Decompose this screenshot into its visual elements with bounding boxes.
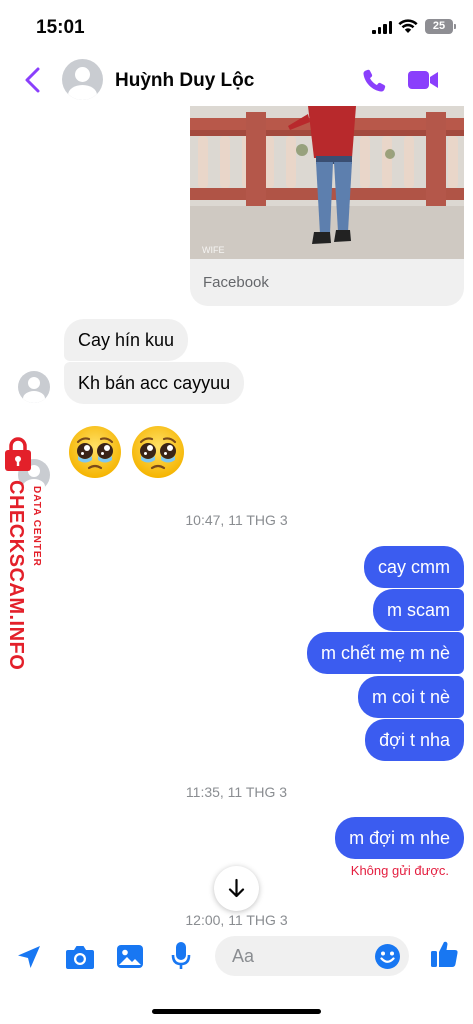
battery-indicator: 25: [425, 19, 456, 34]
message-timestamp: 12:00, 11 THG 3: [185, 912, 288, 928]
shared-post-card[interactable]: WIFE Facebook: [190, 106, 464, 306]
lock-icon: [5, 437, 31, 471]
post-photo: WIFE: [190, 106, 464, 259]
outgoing-message[interactable]: đợi t nha: [365, 719, 464, 761]
send-failed-text: Không gửi được.: [350, 863, 449, 878]
home-indicator: [152, 1009, 321, 1014]
arrow-down-icon: [228, 878, 245, 898]
contact-avatar-small[interactable]: [18, 371, 50, 403]
emoji-icon[interactable]: [374, 943, 401, 970]
camera-icon[interactable]: [65, 944, 95, 970]
outgoing-message[interactable]: m scam: [373, 589, 464, 631]
contact-name[interactable]: Huỳnh Duy Lộc: [115, 70, 254, 92]
watermark: CHECKSCAM.INFO DATA CENTER: [0, 436, 48, 670]
chat-header: Huỳnh Duy Lộc: [0, 54, 473, 106]
pleading-face-emoji[interactable]: [67, 424, 123, 480]
photo-gallery-icon[interactable]: [116, 944, 144, 969]
wifi-icon: [398, 19, 418, 33]
video-call-icon[interactable]: [407, 69, 440, 91]
cellular-signal-icon: [372, 21, 392, 34]
outgoing-message[interactable]: m chết mẹ m nè: [306, 632, 464, 674]
status-bar: 15:01 25: [0, 0, 473, 54]
outgoing-message[interactable]: m đợi m nhe: [335, 817, 464, 859]
watermark-text: CHECKSCAM.INFO: [5, 480, 27, 671]
message-timestamp: 11:35, 11 THG 3: [185, 784, 288, 800]
microphone-icon[interactable]: [171, 941, 191, 971]
incoming-message[interactable]: Kh bán acc cayyuu: [64, 362, 245, 404]
location-arrow-icon[interactable]: [15, 943, 43, 971]
message-composer: [0, 928, 473, 1024]
pleading-face-emoji[interactable]: [130, 424, 186, 480]
scroll-to-bottom-button[interactable]: [214, 866, 259, 911]
back-arrow-icon[interactable]: [20, 66, 46, 94]
post-photo-caption: WIFE: [202, 245, 225, 255]
outgoing-message[interactable]: cay cmm: [364, 546, 464, 588]
shared-post-source: Facebook: [203, 274, 269, 291]
phone-call-icon[interactable]: [360, 67, 388, 95]
incoming-message[interactable]: Cay hín kuu: [64, 319, 189, 361]
status-time: 15:01: [36, 17, 85, 38]
message-timestamp: 10:47, 11 THG 3: [185, 512, 288, 528]
outgoing-message[interactable]: m coi t nè: [357, 676, 464, 718]
watermark-subtext: DATA CENTER: [31, 486, 42, 567]
like-thumbs-up-icon[interactable]: [429, 939, 459, 969]
shared-post-image[interactable]: WIFE: [190, 106, 464, 259]
contact-avatar[interactable]: [62, 59, 103, 100]
